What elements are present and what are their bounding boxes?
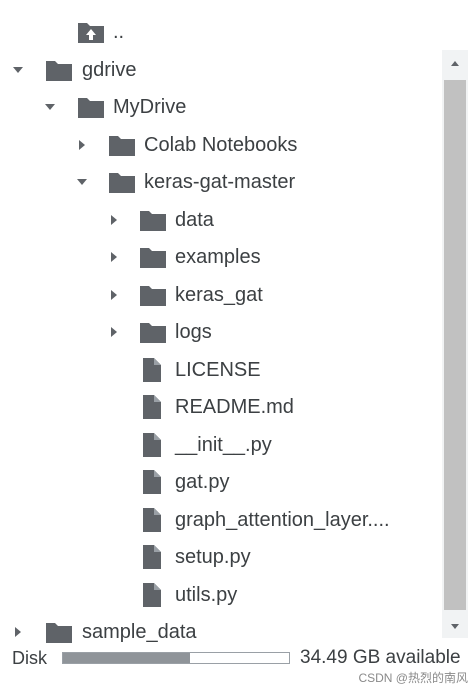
file-icon [138, 544, 168, 570]
tree-folder-item[interactable]: gdrive [0, 52, 440, 88]
folder-icon [76, 94, 106, 120]
file-browser-panel: .. gdrive MyDrive Colab Notebooks keras-gat-… [0, 0, 474, 690]
tree-item-label: utils.py [175, 583, 238, 606]
tree-item-label: LICENSE [175, 358, 261, 381]
folder-icon [138, 282, 168, 308]
tree-item-label: __init__.py [175, 433, 272, 456]
chevron-down-icon[interactable] [74, 174, 90, 190]
file-icon [138, 582, 168, 608]
disk-available-text: 34.49 GB available [300, 647, 461, 668]
tree-item-label: sample_data [82, 621, 197, 643]
tree-item-label: setup.py [175, 546, 251, 568]
tree-folder-item[interactable]: examples [0, 239, 440, 275]
folder-icon [44, 57, 74, 83]
tree-item-label: graph_attention_layer.... [175, 508, 390, 531]
tree-item-label: gdrive [82, 58, 137, 81]
scroll-down-arrow-icon[interactable] [442, 614, 468, 638]
tree-file-item[interactable]: LICENSE [0, 352, 440, 388]
chevron-right-icon[interactable] [10, 624, 26, 640]
tree-item-label: MyDrive [113, 96, 187, 118]
chevron-right-icon[interactable] [106, 287, 122, 303]
tree-folder-item[interactable]: keras-gat-master [0, 164, 440, 200]
tree-folder-item[interactable]: Colab Notebooks [0, 127, 440, 163]
tree-item-label: keras-gat-master [144, 171, 296, 193]
tree-file-item[interactable]: setup.py [0, 539, 440, 575]
tree-item-label: .. [113, 21, 125, 43]
folder-icon [138, 244, 168, 270]
disk-usage-fill [63, 653, 190, 663]
file-icon [138, 394, 168, 420]
tree-item-label: README.md [175, 396, 294, 418]
tree-file-item[interactable]: utils.py [0, 577, 440, 613]
folder-icon [107, 132, 137, 158]
folder-icon [107, 169, 137, 195]
chevron-down-icon[interactable] [10, 62, 26, 78]
chevron-right-icon[interactable] [106, 249, 122, 265]
tree-folder-item[interactable]: keras_gat [0, 277, 440, 313]
scrollbar-thumb[interactable] [444, 80, 466, 610]
file-icon [138, 357, 168, 383]
chevron-right-icon[interactable] [74, 137, 90, 153]
file-icon [138, 507, 168, 533]
chevron-down-icon[interactable] [42, 99, 58, 115]
disk-usage-bar [62, 652, 290, 664]
file-icon [138, 469, 168, 495]
tree-item-label: examples [175, 246, 261, 268]
folder-icon [138, 207, 168, 233]
tree-file-item[interactable]: graph_attention_layer.... [0, 502, 440, 538]
tree-folder-item[interactable]: MyDrive [0, 89, 440, 125]
tree-folder-item[interactable]: data [0, 202, 440, 238]
tree-file-item[interactable]: __init__.py [0, 427, 440, 463]
tree-file-item[interactable]: gat.py [0, 464, 440, 500]
tree-item-label: gat.py [175, 471, 230, 493]
folder-up-icon [76, 19, 106, 45]
disk-label: Disk [12, 648, 47, 668]
tree-folder-item[interactable]: logs [0, 314, 440, 350]
folder-icon [44, 619, 74, 645]
tree-item-label: data [175, 208, 214, 231]
tree-item-label: keras_gat [175, 283, 263, 306]
folder-icon [138, 319, 168, 345]
tree-item-label: logs [175, 321, 212, 343]
file-icon [138, 432, 168, 458]
chevron-right-icon[interactable] [106, 324, 122, 340]
watermark: CSDN @热烈的南风 [358, 671, 468, 685]
scroll-up-arrow-icon[interactable] [442, 52, 468, 76]
tree-folder-item[interactable]: .. [0, 14, 440, 50]
chevron-right-icon[interactable] [106, 212, 122, 228]
tree-item-label: Colab Notebooks [144, 133, 298, 156]
tree-folder-item[interactable]: sample_data [0, 614, 440, 650]
tree-file-item[interactable]: README.md [0, 389, 440, 425]
